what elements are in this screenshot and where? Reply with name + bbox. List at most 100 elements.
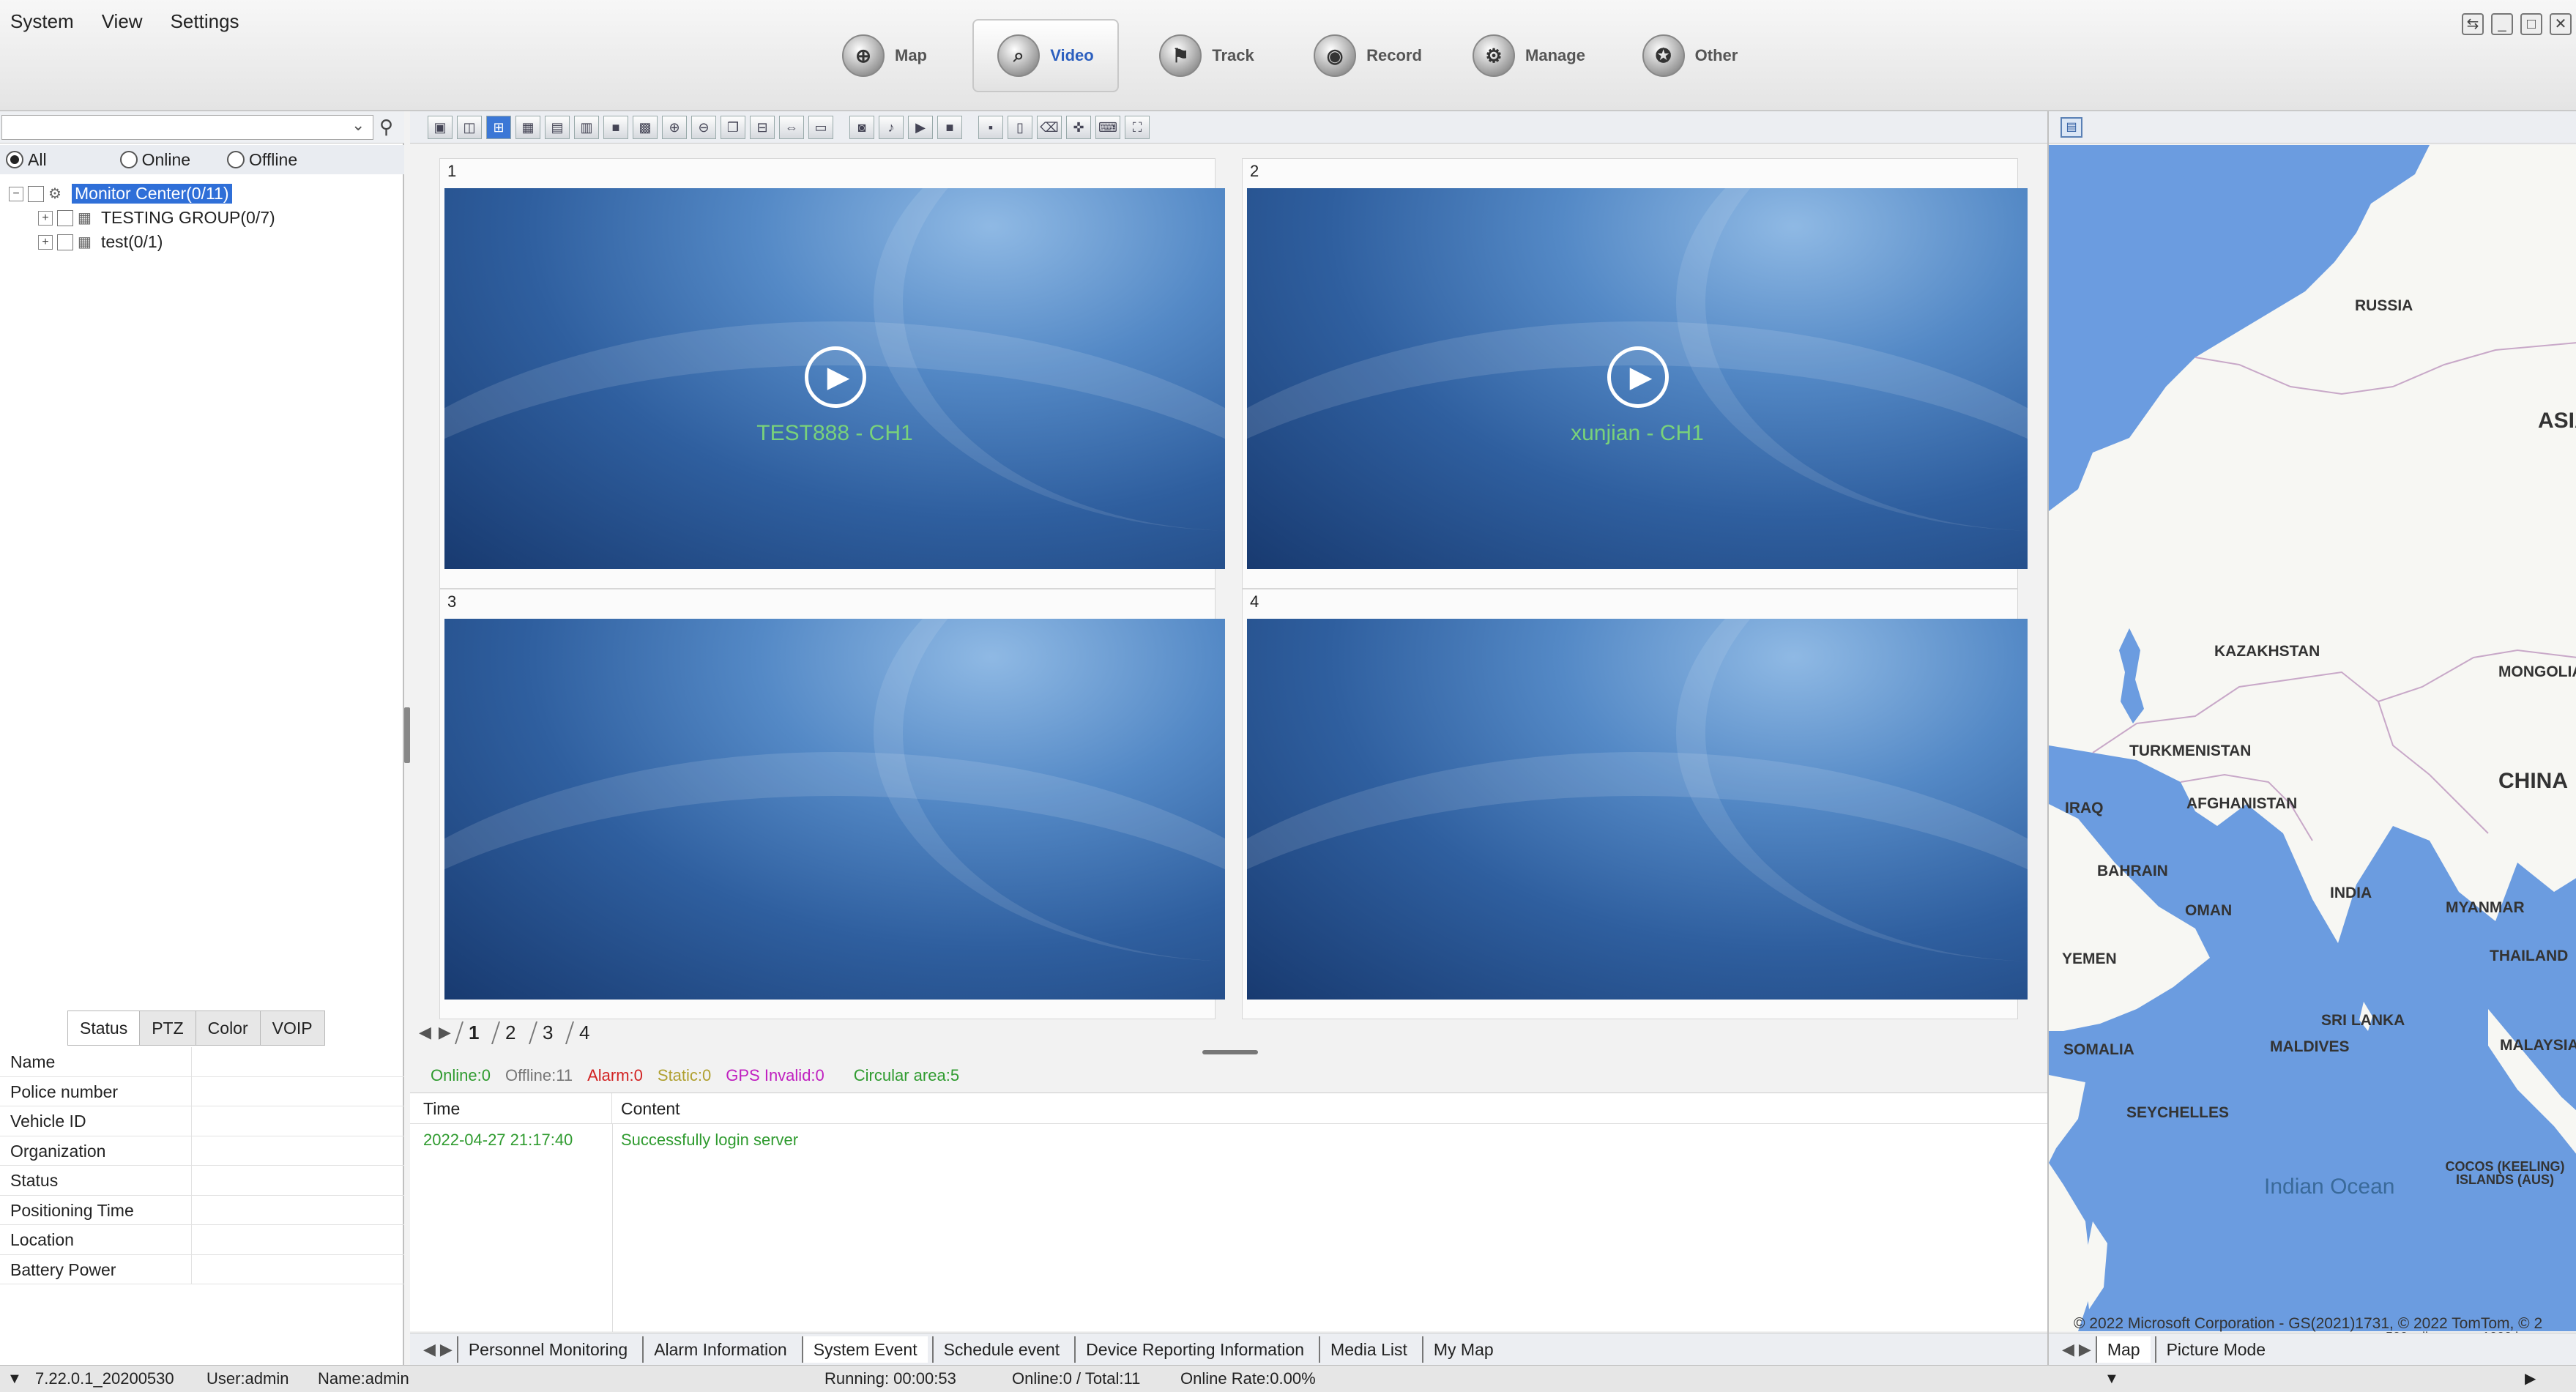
- prev-map-tab-icon[interactable]: ◀: [2062, 1340, 2074, 1359]
- zoom-out-icon[interactable]: ⊖: [691, 115, 716, 139]
- video-toolbar: ▣ ◫ ⊞ ▦ ▤ ▥ ■ ▩ ⊕ ⊖ ❐ ⊟ ⇔ ▭ ◙ ♪ ▶ ■ ▪ ▯ …: [410, 111, 2047, 144]
- play-all-icon[interactable]: ▶: [908, 115, 933, 139]
- tab-my-map[interactable]: My Map: [1421, 1336, 1504, 1363]
- save-icon[interactable]: ▪: [978, 115, 1003, 139]
- layout-16-icon[interactable]: ▩: [633, 115, 658, 139]
- resize-handle[interactable]: [1202, 1050, 1258, 1054]
- audio-icon[interactable]: ♪: [879, 115, 904, 139]
- ptz-icon[interactable]: ✜: [1066, 115, 1091, 139]
- tree-checkbox[interactable]: [57, 209, 73, 226]
- video-screen[interactable]: ▶ TEST888 - CH1: [444, 188, 1225, 569]
- map-panel-toggle-icon[interactable]: ▼: [2104, 1366, 2119, 1392]
- tab-media-list[interactable]: Media List: [1319, 1336, 1418, 1363]
- video-cell-4[interactable]: 4: [1242, 589, 2028, 1019]
- menu-system[interactable]: System: [10, 10, 74, 33]
- play-icon[interactable]: ▶: [805, 346, 866, 408]
- expand-icon[interactable]: +: [38, 210, 53, 226]
- display-mode-icon[interactable]: ▭: [808, 115, 833, 139]
- device-search-input[interactable]: [1, 115, 373, 140]
- tab-manage[interactable]: ⚙ Manage: [1456, 19, 1602, 92]
- page-tab-1[interactable]: 1: [454, 1021, 492, 1044]
- col-time[interactable]: Time: [410, 1093, 612, 1123]
- collapse-icon[interactable]: −: [9, 186, 23, 201]
- video-screen[interactable]: ▶ xunjian - CH1: [1247, 188, 2028, 569]
- stop-all-icon[interactable]: ■: [937, 115, 962, 139]
- keyboard-icon[interactable]: ⌨: [1095, 115, 1120, 139]
- zoom-in-icon[interactable]: ⊕: [662, 115, 687, 139]
- video-screen[interactable]: [1247, 619, 2028, 1000]
- tab-video[interactable]: ⌕ Video: [972, 19, 1119, 92]
- radio-all[interactable]: [6, 151, 23, 168]
- menu-view[interactable]: View: [102, 10, 143, 33]
- layout-1-icon[interactable]: ▣: [428, 115, 453, 139]
- video-screen[interactable]: [444, 619, 1225, 1000]
- play-icon[interactable]: ▶: [1607, 346, 1669, 408]
- tab-map-view[interactable]: Map: [2095, 1336, 2151, 1363]
- minimize-icon[interactable]: _: [2491, 13, 2513, 35]
- page-tab-2[interactable]: 2: [491, 1021, 529, 1044]
- panel-splitter[interactable]: [404, 707, 410, 763]
- tab-ptz[interactable]: PTZ: [139, 1010, 196, 1046]
- tab-track[interactable]: ⚑ Track: [1133, 19, 1280, 92]
- chevron-down-icon[interactable]: ⌄: [351, 116, 365, 135]
- prev-page-icon[interactable]: ◀: [419, 1023, 431, 1042]
- snapshot-icon[interactable]: ◙: [849, 115, 874, 139]
- tab-picture-mode[interactable]: Picture Mode: [2154, 1336, 2277, 1363]
- radio-offline[interactable]: [227, 151, 245, 168]
- info-value: [192, 1255, 404, 1284]
- tab-personnel-monitoring[interactable]: Personnel Monitoring: [456, 1336, 638, 1363]
- delete-icon[interactable]: ⌫: [1037, 115, 1062, 139]
- col-content[interactable]: Content: [612, 1093, 2047, 1123]
- close-icon[interactable]: ✕: [2550, 13, 2572, 35]
- video-cell-2[interactable]: 2 ▶ xunjian - CH1: [1242, 158, 2028, 589]
- tree-node-test[interactable]: + ▦ test(0/1): [38, 230, 275, 254]
- video-cell-3[interactable]: 3: [439, 589, 1225, 1019]
- tab-voip[interactable]: VOIP: [259, 1010, 325, 1046]
- window-icon[interactable]: ❐: [721, 115, 745, 139]
- radio-online[interactable]: [119, 151, 138, 168]
- search-icon[interactable]: ⚲: [379, 116, 393, 138]
- tab-map[interactable]: ⊕ Map: [811, 19, 958, 92]
- stream-icon[interactable]: ⇔: [779, 115, 804, 139]
- tree-node-monitor-center[interactable]: − ⚙ Monitor Center(0/11): [9, 182, 275, 206]
- restore-icon[interactable]: ⇆: [2462, 13, 2484, 35]
- map-window-icon[interactable]: ▤: [2061, 117, 2082, 138]
- tree-checkbox[interactable]: [28, 185, 44, 202]
- filter-online[interactable]: Online: [119, 150, 190, 170]
- tree-checkbox[interactable]: [57, 234, 73, 250]
- tab-other[interactable]: ✪ Other: [1617, 19, 1763, 92]
- page-tab-4[interactable]: 4: [565, 1021, 603, 1044]
- video-cell-1[interactable]: 1 ▶ TEST888 - CH1: [439, 158, 1225, 589]
- panel-toggle-icon[interactable]: ▶: [2525, 1366, 2536, 1392]
- tab-color[interactable]: Color: [195, 1010, 261, 1046]
- status-menu-icon[interactable]: ▼: [7, 1366, 22, 1392]
- tab-schedule-event[interactable]: Schedule event: [931, 1336, 1071, 1363]
- layout-2-icon[interactable]: ◫: [457, 115, 482, 139]
- page-tab-3[interactable]: 3: [528, 1021, 566, 1044]
- fullscreen-icon[interactable]: ⛶: [1125, 115, 1150, 139]
- map-view[interactable]: RUSSIA ASIA KAZAKHSTAN MONGOLIA TURKMENI…: [2049, 145, 2576, 1344]
- tree-node-testing-group[interactable]: + ▦ TESTING GROUP(0/7): [38, 206, 275, 230]
- lock-icon[interactable]: ⊟: [750, 115, 775, 139]
- layout-full-icon[interactable]: ■: [603, 115, 628, 139]
- next-tab-icon[interactable]: ▶: [440, 1340, 453, 1359]
- expand-icon[interactable]: +: [38, 234, 53, 250]
- table-row[interactable]: 2022-04-27 21:17:40 Successfully login s…: [410, 1124, 2047, 1156]
- layout-6-icon[interactable]: ▦: [515, 115, 540, 139]
- maximize-icon[interactable]: □: [2520, 13, 2542, 35]
- layout-8-icon[interactable]: ▤: [545, 115, 570, 139]
- filter-offline[interactable]: Offline: [227, 150, 297, 170]
- tab-alarm-information[interactable]: Alarm Information: [642, 1336, 797, 1363]
- next-page-icon[interactable]: ▶: [439, 1023, 451, 1042]
- tab-device-reporting-information[interactable]: Device Reporting Information: [1074, 1336, 1314, 1363]
- menu-settings[interactable]: Settings: [171, 10, 239, 33]
- layout-4-icon[interactable]: ⊞: [486, 115, 511, 139]
- tab-record[interactable]: ◉ Record: [1295, 19, 1441, 92]
- tab-status[interactable]: Status: [67, 1010, 141, 1046]
- document-icon[interactable]: ▯: [1008, 115, 1032, 139]
- filter-all[interactable]: All: [6, 150, 47, 170]
- tab-system-event[interactable]: System Event: [801, 1336, 928, 1363]
- next-map-tab-icon[interactable]: ▶: [2079, 1340, 2091, 1359]
- prev-tab-icon[interactable]: ◀: [423, 1340, 436, 1359]
- layout-9-icon[interactable]: ▥: [574, 115, 599, 139]
